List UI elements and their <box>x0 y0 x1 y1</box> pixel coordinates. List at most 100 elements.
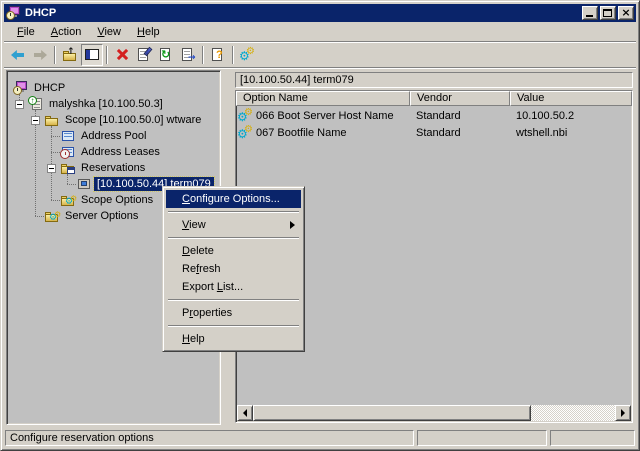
table-row[interactable]: ⚙⚙067 Bootfile NameStandardwtshell.nbi <box>236 124 632 141</box>
scrollbar-track[interactable] <box>531 405 615 421</box>
show-hide-console-tree-icon <box>84 47 100 63</box>
column-header-option-name[interactable]: Option Name <box>236 91 410 106</box>
list-header: Option NameVendorValue <box>236 91 632 106</box>
address-leases-icon <box>60 144 76 160</box>
scroll-left-button[interactable] <box>237 405 253 421</box>
tree-item-address-leases[interactable]: Address Leases <box>7 144 220 160</box>
tree-item-address-pool[interactable]: Address Pool <box>7 128 220 144</box>
tree-item-malyshka-10-100-50-3[interactable]: ↑malyshka [10.100.50.3] <box>7 96 220 112</box>
minimize-icon <box>586 15 593 17</box>
menu-action[interactable]: Action <box>43 23 90 41</box>
dhcp-console-window: DHCP × FileActionViewHelp ↑↻→?⚙⚙ DHCP↑ma… <box>0 0 640 451</box>
option-name-text: 066 Boot Server Host Name <box>256 110 394 122</box>
context-menu-item-view[interactable]: View <box>166 216 301 234</box>
maximize-icon <box>603 9 612 17</box>
tree-item-label: malyshka [10.100.50.3] <box>46 97 166 111</box>
properties-button[interactable] <box>133 44 155 66</box>
tree-item-label: Scope [10.100.50.0] wtware <box>62 113 204 127</box>
tree-expander-cell <box>27 208 44 224</box>
option-name-cell: ⚙⚙066 Boot Server Host Name <box>236 108 410 124</box>
tree-expander-cell <box>11 96 28 112</box>
folder-icon <box>44 112 60 128</box>
table-row[interactable]: ⚙⚙066 Boot Server Host NameStandard10.10… <box>236 107 632 124</box>
tree-item-dhcp[interactable]: DHCP <box>7 80 220 96</box>
folder-gears-icon: ⚙⚙ <box>44 208 60 224</box>
scrollbar-thumb[interactable] <box>253 405 531 421</box>
scroll-right-button[interactable] <box>615 405 631 421</box>
context-menu-item-configure-options[interactable]: Configure Options... <box>166 190 301 208</box>
result-pane-banner: [10.100.50.44] term079 <box>235 72 633 88</box>
maximize-button[interactable] <box>600 6 616 20</box>
status-panel-3 <box>550 430 635 446</box>
close-button[interactable]: × <box>618 6 634 20</box>
column-header-value[interactable]: Value <box>510 91 632 106</box>
column-header-vendor[interactable]: Vendor <box>410 91 510 106</box>
window-title: DHCP <box>25 7 580 19</box>
address-pool-icon <box>60 128 76 144</box>
export-list-icon: → <box>180 47 196 63</box>
main-area: DHCP↑malyshka [10.100.50.3]Scope [10.100… <box>4 68 636 427</box>
horizontal-scrollbar[interactable] <box>237 405 631 421</box>
scroll-right-icon <box>621 409 625 417</box>
title-bar[interactable]: DHCP × <box>4 4 636 22</box>
refresh-button[interactable]: ↻ <box>155 44 177 66</box>
toolbar-separator <box>232 46 234 64</box>
back-arrow-icon <box>10 47 26 63</box>
delete-icon <box>114 47 130 63</box>
tree-item-label: Scope Options <box>78 193 156 207</box>
export-list-button[interactable]: → <box>177 44 199 66</box>
status-message: Configure reservation options <box>5 430 414 446</box>
tree-item-scope-10-100-50-0-wtware[interactable]: Scope [10.100.50.0] wtware <box>7 112 220 128</box>
collapse-expander-icon[interactable] <box>15 100 24 109</box>
refresh-icon: ↻ <box>158 47 174 63</box>
context-menu-item-export-list[interactable]: Export List... <box>166 278 301 296</box>
tree-expander-cell <box>43 128 60 144</box>
submenu-arrow-icon <box>290 221 295 229</box>
option-name-cell: ⚙⚙067 Bootfile Name <box>236 125 410 141</box>
context-menu-item-properties[interactable]: Properties <box>166 304 301 322</box>
tree-expander-cell <box>43 192 60 208</box>
tree-expander-cell <box>43 144 60 160</box>
context-menu-item-help[interactable]: Help <box>166 330 301 348</box>
context-menu-item-refresh[interactable]: Refresh <box>166 260 301 278</box>
tree-item-reservations[interactable]: Reservations <box>7 160 220 176</box>
properties-icon <box>136 47 152 63</box>
option-name-text: 067 Bootfile Name <box>256 127 347 139</box>
option-gears-icon: ⚙⚙ <box>238 125 254 141</box>
vendor-cell: Standard <box>410 110 510 122</box>
up-one-level-icon: ↑ <box>62 47 78 63</box>
menu-file[interactable]: File <box>9 23 43 41</box>
tree-item-label: Reservations <box>78 161 148 175</box>
forward-arrow-button[interactable] <box>29 44 51 66</box>
menu-separator <box>168 237 299 239</box>
toolbar-separator <box>202 46 204 64</box>
configure-gears-button[interactable]: ⚙⚙ <box>237 44 259 66</box>
value-cell: wtshell.nbi <box>510 127 632 139</box>
configure-gears-icon: ⚙⚙ <box>240 47 256 63</box>
delete-button[interactable] <box>111 44 133 66</box>
option-gears-icon: ⚙⚙ <box>238 108 254 124</box>
status-panel-2 <box>417 430 547 446</box>
collapse-expander-icon[interactable] <box>47 164 56 173</box>
help-button[interactable]: ? <box>207 44 229 66</box>
dhcp-root-icon <box>13 80 29 96</box>
menu-view[interactable]: View <box>89 23 129 41</box>
context-menu-item-delete[interactable]: Delete <box>166 242 301 260</box>
toolbar: ↑ ↻ →? ⚙⚙ <box>4 43 636 68</box>
menu-help[interactable]: Help <box>129 23 168 41</box>
tree-item-label: DHCP <box>31 81 68 95</box>
back-arrow-button[interactable] <box>7 44 29 66</box>
context-menu: Configure Options... View DeleteRefreshExp… <box>162 186 305 352</box>
toolbar-separator <box>54 46 56 64</box>
tree-item-label: Address Leases <box>78 145 163 159</box>
reservation-icon <box>76 176 92 192</box>
help-icon: ? <box>210 47 226 63</box>
close-icon: × <box>619 7 633 19</box>
forward-arrow-icon <box>32 47 48 63</box>
up-one-level-button[interactable]: ↑ <box>59 44 81 66</box>
minimize-button[interactable] <box>582 6 598 20</box>
tree-expander-cell <box>27 112 44 128</box>
menu-separator <box>168 325 299 327</box>
show-hide-console-tree-button[interactable] <box>81 44 103 66</box>
collapse-expander-icon[interactable] <box>31 116 40 125</box>
